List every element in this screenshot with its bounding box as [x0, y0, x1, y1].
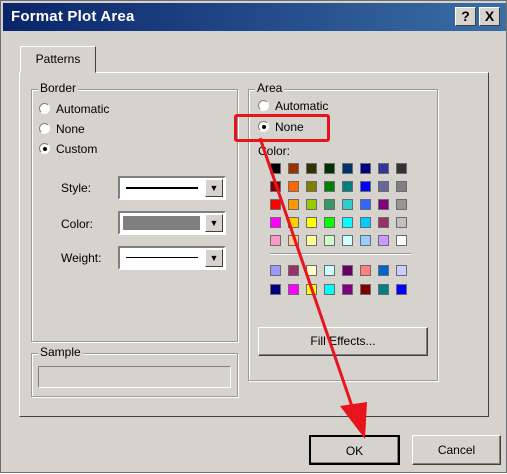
arrow-head: [340, 402, 367, 439]
tab-patterns[interactable]: Patterns: [20, 46, 96, 73]
format-plot-area-dialog: Format Plot Area ? X Patterns Border Aut…: [0, 0, 507, 473]
arrow-shaft: [258, 137, 357, 416]
